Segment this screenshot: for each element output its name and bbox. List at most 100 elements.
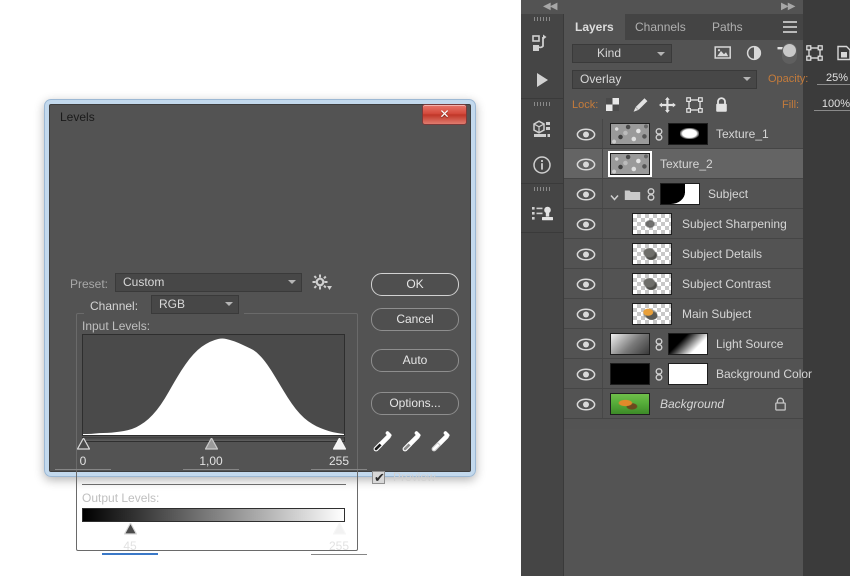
tab-channels[interactable]: Channels	[624, 14, 697, 40]
expand-right-icon[interactable]: ▶▶	[781, 1, 795, 12]
layer-thumbnail[interactable]	[610, 393, 650, 415]
layer-visibility-toggle[interactable]	[576, 218, 596, 231]
lock-transparent-pixels-icon[interactable]	[605, 97, 624, 114]
filter-shape-icon[interactable]	[806, 45, 826, 62]
set-black-point-eyedropper[interactable]	[372, 431, 394, 455]
link-mask-icon[interactable]	[654, 338, 664, 351]
layer-name[interactable]: Subject Details	[682, 247, 762, 261]
input-gamma-field[interactable]: 1,00	[183, 454, 239, 470]
layer-thumbnail[interactable]	[610, 333, 650, 355]
layer-thumbnail[interactable]	[632, 273, 672, 295]
layer-row[interactable]: Subject Sharpening	[564, 209, 803, 239]
rail-grip[interactable]	[521, 102, 563, 111]
output-white-slider[interactable]	[333, 523, 346, 535]
layer-visibility-toggle[interactable]	[576, 368, 596, 381]
filter-enable-toggle[interactable]	[782, 43, 797, 64]
cancel-button[interactable]: Cancel	[371, 308, 459, 331]
fill-value[interactable]: 100%	[814, 98, 850, 111]
layer-thumbnail[interactable]	[610, 153, 650, 175]
layer-name[interactable]: Subject	[708, 187, 748, 201]
rail-grip[interactable]	[521, 17, 563, 26]
layer-mask-thumbnail[interactable]	[668, 363, 708, 385]
filter-adjustment-icon[interactable]	[745, 45, 765, 62]
input-black-slider[interactable]	[77, 438, 90, 450]
layer-mask-thumbnail[interactable]	[668, 123, 708, 145]
layer-name[interactable]: Subject Sharpening	[682, 217, 787, 231]
layer-row[interactable]: Subject Contrast	[564, 269, 803, 299]
input-gamma-slider[interactable]	[205, 438, 218, 450]
layer-row[interactable]: Light Source	[564, 329, 803, 359]
blend-mode-select[interactable]: Overlay	[572, 70, 757, 89]
layer-visibility-toggle[interactable]	[576, 398, 596, 411]
dialog-titlebar[interactable]: Levels ✕	[50, 104, 470, 131]
layer-row[interactable]: Texture_1	[564, 119, 803, 149]
layer-visibility-toggle[interactable]	[576, 158, 596, 171]
output-black-field[interactable]: 45	[102, 539, 158, 555]
set-white-point-eyedropper[interactable]	[430, 431, 452, 455]
layer-row[interactable]: Main Subject	[564, 299, 803, 329]
layer-name[interactable]: Light Source	[716, 337, 783, 351]
history-icon[interactable]	[521, 26, 563, 62]
layer-thumbnail[interactable]	[610, 123, 650, 145]
filter-kind-select[interactable]: Kind	[572, 44, 672, 63]
input-white-slider[interactable]	[333, 438, 346, 450]
panel-menu-icon[interactable]	[783, 21, 797, 33]
layer-visibility-toggle[interactable]	[576, 248, 596, 261]
output-black-slider[interactable]	[124, 523, 137, 535]
layer-visibility-toggle[interactable]	[576, 128, 596, 141]
dock-collapse-bar[interactable]: ◀◀ ▶▶	[521, 0, 803, 14]
layer-mask-thumbnail[interactable]	[668, 333, 708, 355]
layer-name[interactable]: Texture_1	[716, 127, 769, 141]
collapse-left-icon[interactable]: ◀◀	[543, 1, 557, 12]
3d-icon[interactable]	[521, 111, 563, 147]
layer-row[interactable]: Subject Details	[564, 239, 803, 269]
layer-name[interactable]: Subject Contrast	[682, 277, 771, 291]
actions-play-icon[interactable]	[521, 62, 563, 98]
layer-thumbnail[interactable]	[632, 213, 672, 235]
input-black-field[interactable]: 0	[55, 454, 111, 470]
output-levels-gradient[interactable]	[82, 508, 345, 522]
channel-select[interactable]: RGB	[151, 295, 239, 314]
layer-row[interactable]: Background Color	[564, 359, 812, 389]
lock-artboard-icon[interactable]	[686, 97, 705, 114]
group-disclosure-icon[interactable]	[610, 190, 619, 204]
layer-row[interactable]: Background	[564, 389, 803, 419]
tab-layers[interactable]: Layers	[564, 14, 625, 40]
lock-all-icon[interactable]	[714, 97, 733, 114]
layer-visibility-toggle[interactable]	[576, 338, 596, 351]
filter-pixel-icon[interactable]	[714, 45, 734, 62]
link-mask-icon[interactable]	[654, 368, 664, 381]
layer-mask-thumbnail[interactable]	[660, 183, 700, 205]
close-icon[interactable]: ✕	[422, 104, 467, 125]
gear-icon[interactable]	[312, 274, 332, 292]
options-button[interactable]: Options...	[371, 392, 459, 415]
layer-visibility-toggle[interactable]	[576, 278, 596, 291]
tab-paths[interactable]: Paths	[701, 14, 754, 40]
layer-visibility-toggle[interactable]	[576, 188, 596, 201]
layer-name[interactable]: Texture_2	[660, 157, 713, 171]
output-white-field[interactable]: 255	[311, 539, 367, 555]
input-white-field[interactable]: 255	[311, 454, 367, 470]
adjustments-icon[interactable]	[521, 196, 563, 232]
rail-grip[interactable]	[521, 187, 563, 196]
layer-name[interactable]: Background Color	[716, 367, 812, 381]
lock-position-icon[interactable]	[659, 97, 678, 114]
filter-smart-object-icon[interactable]	[836, 45, 850, 62]
layer-thumbnail[interactable]	[610, 363, 650, 385]
ok-button[interactable]: OK	[371, 273, 459, 296]
opacity-value[interactable]: 25%	[817, 72, 850, 85]
layer-visibility-toggle[interactable]	[576, 308, 596, 321]
layer-thumbnail[interactable]	[632, 303, 672, 325]
layer-row[interactable]: Texture_2	[564, 149, 803, 179]
lock-image-pixels-icon[interactable]	[632, 97, 651, 114]
layer-row[interactable]: Subject	[564, 179, 803, 209]
set-gray-point-eyedropper[interactable]	[401, 431, 423, 455]
layer-thumbnail[interactable]	[632, 243, 672, 265]
auto-button[interactable]: Auto	[371, 349, 459, 372]
layer-name[interactable]: Background	[660, 397, 724, 411]
layer-name[interactable]: Main Subject	[682, 307, 751, 321]
link-mask-icon[interactable]	[654, 128, 664, 141]
info-icon[interactable]	[521, 147, 563, 183]
preset-select[interactable]: Custom	[115, 273, 302, 292]
link-mask-icon[interactable]	[646, 188, 656, 201]
